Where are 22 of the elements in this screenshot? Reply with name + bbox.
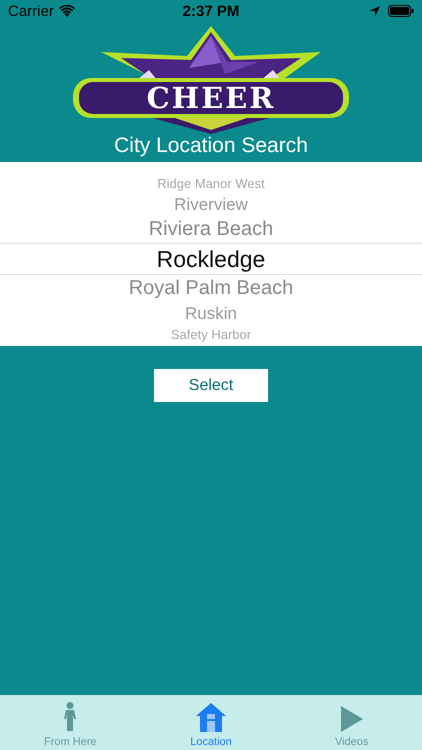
house-icon <box>196 702 226 732</box>
picker-option[interactable]: Riverview <box>0 193 422 216</box>
picker-option[interactable]: Safety Harbor <box>0 325 422 344</box>
picker-option[interactable]: Ridge Manor West <box>0 174 422 193</box>
picker-option[interactable]: Riviera Beach <box>0 216 422 243</box>
tab-bar-item[interactable]: From Here <box>0 695 141 750</box>
picker-option[interactable]: Ruskin <box>0 302 422 325</box>
battery-icon <box>388 5 414 17</box>
select-button[interactable]: Select <box>154 369 268 402</box>
screen-title: City Location Search <box>113 134 309 159</box>
tab-bar-item[interactable]: Videos <box>281 695 422 750</box>
status-time: 2:37 PM <box>182 2 240 20</box>
person-icon <box>63 702 78 732</box>
play-icon <box>340 706 363 732</box>
picker-option[interactable]: Rockledge <box>0 243 422 275</box>
wifi-icon <box>58 5 75 17</box>
picker-option[interactable]: Royal Palm Beach <box>0 275 422 302</box>
city-picker[interactable]: Ridge Manor West Riverview Riviera Beach Rockledge Royal Palm Beach Ruskin Safety Harbor <box>0 162 422 346</box>
location-arrow-icon <box>369 6 380 16</box>
carrier-label: Carrier <box>8 2 54 20</box>
tab-bar-item[interactable]: Location <box>140 695 282 750</box>
logo-text: CHEER <box>146 83 276 113</box>
